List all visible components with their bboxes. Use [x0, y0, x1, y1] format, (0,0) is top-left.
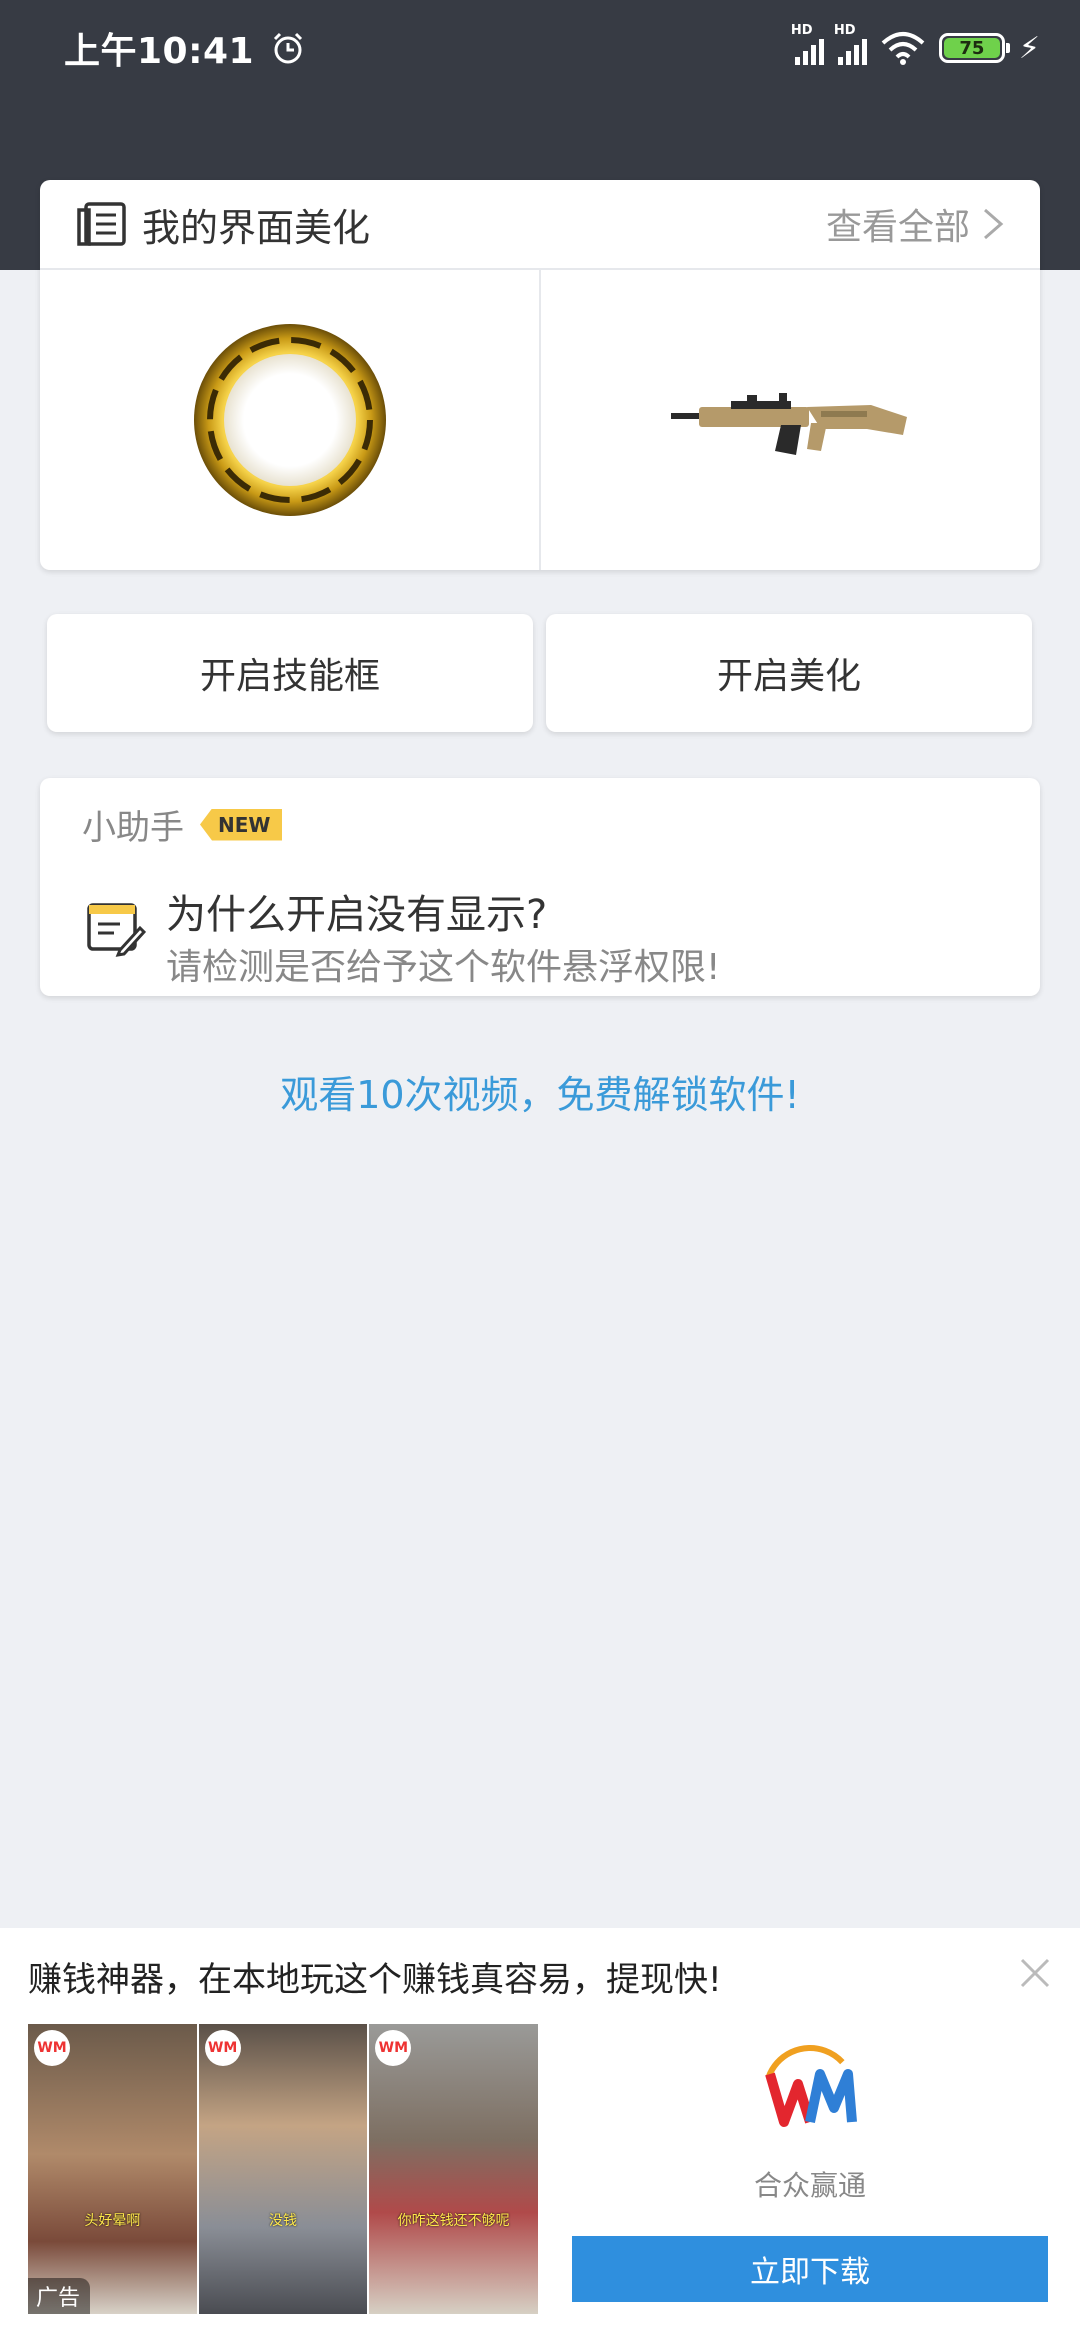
- battery-icon: 75: [938, 33, 1010, 63]
- ad-thumbnail: WM 你咋这钱还不够呢: [369, 2024, 541, 2314]
- ad-video-thumbnails[interactable]: WM 头好晕啊 WM 没钱 WM 你咋这钱还不够呢 广告: [28, 2024, 541, 2314]
- my-beauty-card: 我的界面美化 查看全部: [40, 180, 1040, 570]
- wm-brand-logo-icon: [763, 2045, 857, 2139]
- cellular-signal-icon-2: HD: [834, 23, 867, 65]
- helper-question: 为什么开启没有显示?: [166, 892, 548, 938]
- download-now-button[interactable]: 立即下载: [572, 2236, 1048, 2302]
- new-badge: NEW: [200, 808, 283, 841]
- ad-label: 广告: [28, 2278, 91, 2314]
- charging-bolt-icon: ⚡: [1018, 30, 1040, 66]
- enable-beauty-button[interactable]: 开启美化: [546, 614, 1032, 732]
- book-icon: [77, 202, 126, 246]
- hd-label: HD: [790, 23, 813, 38]
- view-all-link[interactable]: 查看全部: [826, 198, 1004, 250]
- watch-video-unlock-link[interactable]: 观看10次视频，免费解锁软件!: [0, 1064, 1080, 1119]
- ad-thumbnail-subtitle: 头好晕啊: [84, 2213, 141, 2229]
- beauty-items: [40, 270, 1040, 570]
- ad-thumbnail-subtitle: 没钱: [269, 2213, 297, 2229]
- ad-thumbnail-subtitle: 你咋这钱还不够呢: [397, 2213, 510, 2229]
- rifle-skin-image: [670, 393, 907, 455]
- ad-banner[interactable]: 赚钱神器，在本地玩这个赚钱真容易，提现快! WM 头好晕啊 WM 没钱 WM 你…: [0, 1928, 1080, 2340]
- golden-ring-frame-image: [193, 324, 386, 516]
- ad-brand-name: 合众赢通: [753, 2169, 866, 2202]
- wm-logo-icon: WM: [204, 2030, 241, 2066]
- status-icons: HD HD 75 ⚡: [791, 23, 1040, 66]
- gun-skin-item[interactable]: [539, 270, 1040, 570]
- alarm-clock-icon: [274, 32, 303, 64]
- view-all-label: 查看全部: [825, 207, 970, 248]
- ad-thumbnail: WM 没钱: [198, 2024, 370, 2314]
- wm-logo-icon: WM: [34, 2030, 70, 2066]
- chevron-right-icon: [984, 208, 1004, 240]
- helper-title: 小助手: [82, 808, 184, 848]
- ad-thumbnail: WM 头好晕啊: [28, 2024, 199, 2314]
- status-time: 上午10:41: [64, 31, 255, 72]
- skill-frame-item[interactable]: [40, 270, 539, 570]
- hd-label-2: HD: [833, 23, 856, 38]
- helper-header: 小助手 NEW: [82, 800, 283, 849]
- my-beauty-title: 我的界面美化: [142, 205, 371, 250]
- battery-level: 75: [943, 38, 1000, 59]
- helper-card[interactable]: 小助手 NEW 为什么开启没有显示? 请检测是否给予这个软件悬浮权限!: [40, 778, 1040, 996]
- wm-logo-icon: WM: [375, 2030, 412, 2066]
- wifi-icon: [881, 32, 925, 65]
- cellular-signal-icon: HD: [791, 23, 824, 65]
- status-bar: 上午10:41 HD HD 75 ⚡: [0, 0, 1080, 96]
- helper-answer: 请检测是否给予这个软件悬浮权限!: [166, 947, 721, 988]
- my-beauty-header: 我的界面美化 查看全部: [40, 180, 1040, 270]
- note-edit-icon: [87, 903, 146, 957]
- enable-skill-frame-button[interactable]: 开启技能框: [47, 614, 533, 732]
